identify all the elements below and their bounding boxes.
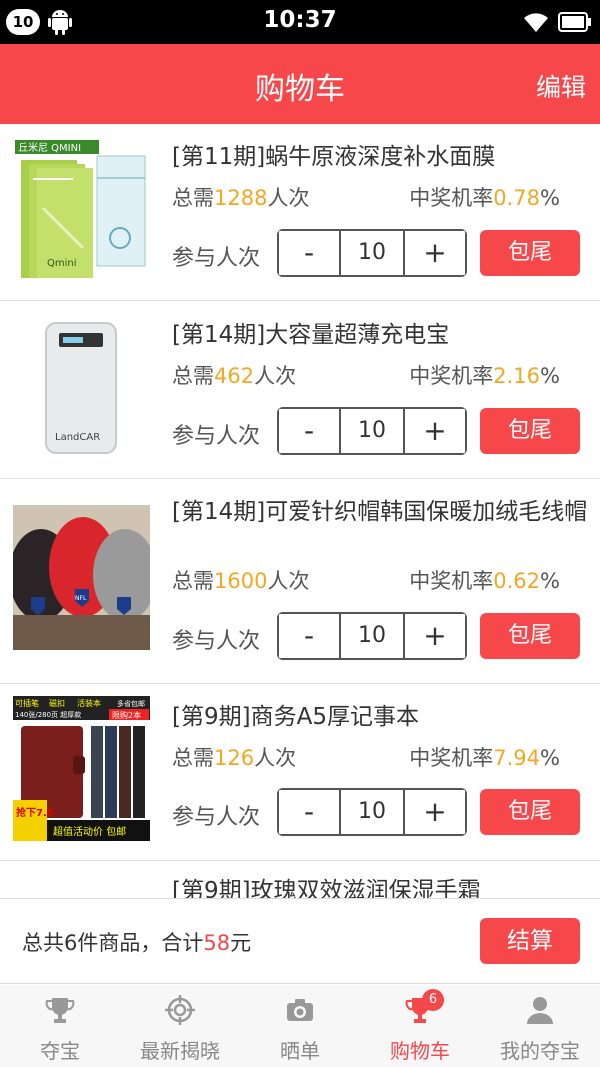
- cart-count-badge: 6: [422, 989, 444, 1011]
- clock: 10:37: [263, 7, 337, 33]
- tab-label: 晒单: [280, 1039, 320, 1063]
- buy-all-button[interactable]: 包尾: [480, 613, 580, 659]
- increment-button[interactable]: +: [405, 614, 465, 658]
- decrement-button[interactable]: -: [279, 409, 339, 453]
- win-rate: 中奖机率0.62%: [409, 569, 560, 593]
- checkout-bar: 总共6件商品，合计58元 结算: [0, 898, 600, 984]
- product-image-notebook[interactable]: 可插笔 磁扣 活装本 多省包邮 140张/280页 超厚款 限购2本 抢下7.5…: [13, 696, 150, 841]
- win-rate: 中奖机率2.16%: [409, 364, 560, 388]
- total-needed: 总需1600人次: [172, 569, 310, 593]
- product-image-power-bank[interactable]: LandCAR: [13, 313, 150, 458]
- product-stats: 总需1600人次 中奖机率0.62%: [172, 565, 560, 595]
- join-count-label: 参与人次: [172, 424, 261, 449]
- quantity-input[interactable]: 10: [339, 409, 405, 453]
- quantity-input[interactable]: 10: [339, 614, 405, 658]
- decrement-button[interactable]: -: [279, 614, 339, 658]
- total-needed: 总需1288人次: [172, 186, 310, 210]
- product-logo-text: NFL: [75, 595, 87, 602]
- promo-price-text: 抢下7.5: [16, 806, 54, 819]
- total-needed: 总需462人次: [172, 364, 297, 388]
- quantity-stepper: - 10 +: [277, 788, 467, 836]
- camera-icon: [287, 999, 313, 1021]
- join-count-label: 参与人次: [172, 629, 261, 654]
- product-stats: 总需1288人次 中奖机率0.78%: [172, 182, 560, 212]
- bottom-tab-bar: 夺宝 最新揭晓 晒单 6 购物车 我的夺宝: [0, 985, 600, 1067]
- trophy-icon: [45, 998, 75, 1023]
- promo-text-3: 活装本: [77, 698, 101, 708]
- promo-text-1: 可插笔: [15, 698, 39, 708]
- buy-all-button[interactable]: 包尾: [480, 230, 580, 276]
- promo-text-5: 140张/280页 超厚款: [15, 710, 81, 719]
- app-header: 购物车 编辑: [0, 44, 600, 124]
- join-count-label: 参与人次: [172, 246, 261, 271]
- page-title: 购物车: [255, 72, 345, 107]
- tab-label: 购物车: [390, 1039, 450, 1063]
- product-image-mask[interactable]: 丘米尼 QMINI Qmini: [13, 138, 150, 283]
- tab-cart[interactable]: 6 购物车: [360, 985, 480, 1067]
- quantity-input[interactable]: 10: [339, 231, 405, 275]
- promo-text-7: 超值活动价 包邮: [53, 825, 126, 838]
- cart-item: NFL [第14期]可爱针织帽韩国保暖加绒毛线帽 总需1600人次 中奖机率0.…: [0, 479, 600, 684]
- product-image-knit-hat[interactable]: NFL: [13, 505, 150, 650]
- promo-text-4: 多省包邮: [117, 699, 145, 708]
- increment-button[interactable]: +: [405, 790, 465, 834]
- product-title[interactable]: [第9期]玫瑰双效滋润保湿手霜: [172, 875, 590, 898]
- total-needed: 总需126人次: [172, 746, 297, 770]
- product-logo-text: LandCAR: [55, 432, 100, 443]
- tab-label: 我的夺宝: [500, 1039, 580, 1063]
- battery-icon: [558, 12, 591, 32]
- quantity-input[interactable]: 10: [339, 790, 405, 834]
- product-stats: 总需126人次 中奖机率7.94%: [172, 742, 560, 772]
- product-title[interactable]: [第9期]商务A5厚记事本: [172, 701, 590, 734]
- tab-my-treasure[interactable]: 我的夺宝: [480, 985, 600, 1067]
- increment-button[interactable]: +: [405, 409, 465, 453]
- decrement-button[interactable]: -: [279, 790, 339, 834]
- product-title[interactable]: [第14期]可爱针织帽韩国保暖加绒毛线帽: [172, 496, 590, 529]
- cart-list[interactable]: 丘米尼 QMINI Qmini [第11期]蜗牛原液深度补水面膜 总需1288人…: [0, 124, 600, 898]
- tab-latest-results[interactable]: 最新揭晓: [120, 985, 240, 1067]
- cart-item: LandCAR [第14期]大容量超薄充电宝 总需462人次 中奖机率2.16%…: [0, 301, 600, 479]
- quantity-stepper: - 10 +: [277, 229, 467, 277]
- user-icon: [527, 997, 553, 1024]
- wifi-icon: [524, 13, 548, 32]
- cart-item: 丘米尼 QMINI Qmini [第11期]蜗牛原液深度补水面膜 总需1288人…: [0, 124, 600, 301]
- tab-share-orders[interactable]: 晒单: [240, 985, 360, 1067]
- product-title[interactable]: [第11期]蜗牛原液深度补水面膜: [172, 141, 590, 174]
- quantity-stepper: - 10 +: [277, 612, 467, 660]
- buy-all-button[interactable]: 包尾: [480, 408, 580, 454]
- increment-button[interactable]: +: [405, 231, 465, 275]
- join-count-label: 参与人次: [172, 805, 261, 830]
- win-rate: 中奖机率0.78%: [409, 186, 560, 210]
- product-title[interactable]: [第14期]大容量超薄充电宝: [172, 319, 590, 352]
- cart-item: 可插笔 磁扣 活装本 多省包邮 140张/280页 超厚款 限购2本 抢下7.5…: [0, 684, 600, 861]
- checkout-button[interactable]: 结算: [480, 918, 580, 964]
- target-icon: [165, 995, 195, 1025]
- decrement-button[interactable]: -: [279, 231, 339, 275]
- cart-total: 总共6件商品，合计58元: [22, 931, 252, 955]
- product-logo-text: Qmini: [47, 258, 77, 269]
- tab-label: 夺宝: [40, 1039, 80, 1063]
- tab-treasure[interactable]: 夺宝: [0, 985, 120, 1067]
- quantity-stepper: - 10 +: [277, 407, 467, 455]
- promo-text-6: 限购2本: [112, 710, 141, 720]
- promo-text-2: 磁扣: [49, 698, 65, 708]
- cart-item: [第9期]玫瑰双效滋润保湿手霜: [0, 861, 600, 898]
- edit-button[interactable]: 编辑: [536, 68, 586, 104]
- win-rate: 中奖机率7.94%: [409, 746, 560, 770]
- tab-label: 最新揭晓: [140, 1039, 220, 1063]
- brand-label: 丘米尼 QMINI: [18, 141, 81, 154]
- buy-all-button[interactable]: 包尾: [480, 789, 580, 835]
- product-stats: 总需462人次 中奖机率2.16%: [172, 360, 560, 390]
- status-bar: 10 10:37: [0, 0, 600, 44]
